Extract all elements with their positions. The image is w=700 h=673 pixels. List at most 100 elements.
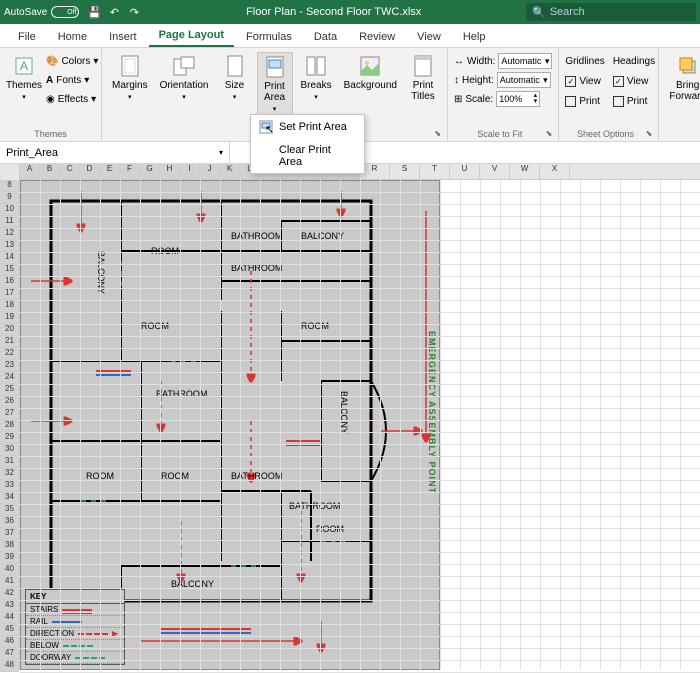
undo-icon[interactable]: ↶ bbox=[107, 5, 121, 19]
row-header[interactable]: 37 bbox=[0, 528, 19, 540]
dialog-launcher-icon[interactable]: ⬊ bbox=[646, 129, 653, 138]
dialog-launcher-icon[interactable]: ⬊ bbox=[434, 129, 441, 138]
row-header[interactable]: 24 bbox=[0, 372, 19, 384]
colors-button[interactable]: 🎨Colors ▾ bbox=[46, 52, 98, 70]
themes-button[interactable]: A Themes ▾ bbox=[6, 52, 42, 103]
print-titles-button[interactable]: Print Titles bbox=[405, 52, 441, 104]
row-header[interactable]: 22 bbox=[0, 348, 19, 360]
tab-home[interactable]: Home bbox=[48, 27, 97, 47]
row-header[interactable]: 13 bbox=[0, 240, 19, 252]
column-header[interactable]: G bbox=[140, 164, 160, 179]
column-header[interactable]: A bbox=[20, 164, 40, 179]
breaks-button[interactable]: Breaks▾ bbox=[297, 52, 336, 103]
column-header[interactable]: C bbox=[60, 164, 80, 179]
margins-button[interactable]: Margins▾ bbox=[108, 52, 152, 103]
row-header[interactable]: 41 bbox=[0, 576, 19, 588]
row-header[interactable]: 44 bbox=[0, 612, 19, 624]
set-print-area-item[interactable]: Set Print Area ↖ bbox=[251, 115, 364, 139]
orientation-button[interactable]: Orientation▾ bbox=[156, 52, 213, 103]
row-header[interactable]: 46 bbox=[0, 636, 19, 648]
row-header[interactable]: 17 bbox=[0, 288, 19, 300]
column-header[interactable]: H bbox=[160, 164, 180, 179]
row-header[interactable]: 32 bbox=[0, 468, 19, 480]
gridlines-print-check[interactable]: Print bbox=[565, 92, 604, 110]
row-header[interactable]: 35 bbox=[0, 504, 19, 516]
tab-data[interactable]: Data bbox=[304, 27, 347, 47]
row-header[interactable]: 40 bbox=[0, 564, 19, 576]
column-header[interactable]: I bbox=[180, 164, 200, 179]
row-header[interactable]: 15 bbox=[0, 264, 19, 276]
row-header[interactable]: 47 bbox=[0, 648, 19, 660]
row-header[interactable]: 28 bbox=[0, 420, 19, 432]
column-header[interactable]: U bbox=[450, 164, 480, 179]
row-header[interactable]: 31 bbox=[0, 456, 19, 468]
row-header[interactable]: 39 bbox=[0, 552, 19, 564]
tab-page-layout[interactable]: Page Layout bbox=[149, 25, 234, 47]
row-header[interactable]: 25 bbox=[0, 384, 19, 396]
row-header[interactable]: 38 bbox=[0, 540, 19, 552]
height-select[interactable]: Automatic▾ bbox=[497, 72, 551, 88]
column-header[interactable]: S bbox=[390, 164, 420, 179]
tab-review[interactable]: Review bbox=[349, 27, 405, 47]
width-select[interactable]: Automatic▾ bbox=[498, 53, 552, 69]
row-header[interactable]: 12 bbox=[0, 228, 19, 240]
row-header[interactable]: 14 bbox=[0, 252, 19, 264]
row-header[interactable]: 29 bbox=[0, 432, 19, 444]
dialog-launcher-icon[interactable]: ⬊ bbox=[546, 129, 553, 138]
row-header[interactable]: 18 bbox=[0, 300, 19, 312]
print-area-button[interactable]: Print Area▾ bbox=[257, 52, 293, 116]
name-box[interactable]: Print_Area▾ bbox=[0, 142, 230, 163]
gridlines-view-check[interactable]: ✓View bbox=[565, 72, 604, 90]
row-header[interactable]: 23 bbox=[0, 360, 19, 372]
column-header[interactable]: F bbox=[120, 164, 140, 179]
row-header[interactable]: 21 bbox=[0, 336, 19, 348]
tab-insert[interactable]: Insert bbox=[99, 27, 147, 47]
tab-view[interactable]: View bbox=[407, 27, 451, 47]
row-header[interactable]: 42 bbox=[0, 588, 19, 600]
redo-icon[interactable]: ↷ bbox=[127, 5, 141, 19]
tab-formulas[interactable]: Formulas bbox=[236, 27, 302, 47]
autosave-toggle[interactable]: AutoSave Off bbox=[4, 6, 79, 18]
row-header[interactable]: 26 bbox=[0, 396, 19, 408]
row-header[interactable]: 33 bbox=[0, 480, 19, 492]
cells-area[interactable]: BALCONY ROOM BATHROOM BALCONY BATHROOM R… bbox=[20, 180, 700, 670]
save-icon[interactable]: 💾 bbox=[87, 5, 101, 19]
row-header[interactable]: 43 bbox=[0, 600, 19, 612]
background-button[interactable]: Background bbox=[340, 52, 401, 93]
row-header[interactable]: 30 bbox=[0, 444, 19, 456]
row-header[interactable]: 16 bbox=[0, 276, 19, 288]
headings-print-check[interactable]: Print bbox=[613, 92, 655, 110]
row-header[interactable]: 48 bbox=[0, 660, 19, 672]
row-header[interactable]: 9 bbox=[0, 192, 19, 204]
row-header[interactable]: 8 bbox=[0, 180, 19, 192]
row-header[interactable]: 45 bbox=[0, 624, 19, 636]
row-header[interactable]: 19 bbox=[0, 312, 19, 324]
row-header[interactable]: 27 bbox=[0, 408, 19, 420]
fonts-button[interactable]: AFonts ▾ bbox=[46, 71, 98, 89]
row-header[interactable]: 34 bbox=[0, 492, 19, 504]
column-header[interactable]: X bbox=[540, 164, 570, 179]
column-header[interactable]: D bbox=[80, 164, 100, 179]
bring-forward-button[interactable]: Bring Forward bbox=[665, 52, 700, 104]
row-headers[interactable]: 8910111213141516171819202122232425262728… bbox=[0, 164, 20, 670]
scale-spinner[interactable]: 100%▴▾ bbox=[496, 91, 540, 107]
clear-print-area-item[interactable]: Clear Print Area bbox=[251, 139, 364, 173]
effects-button[interactable]: ◉Effects ▾ bbox=[46, 90, 98, 108]
search-box[interactable]: 🔍 Search bbox=[526, 3, 696, 21]
row-header[interactable]: 36 bbox=[0, 516, 19, 528]
tab-help[interactable]: Help bbox=[453, 27, 496, 47]
size-button[interactable]: Size▾ bbox=[217, 52, 253, 103]
floor-plan-range[interactable]: BALCONY ROOM BATHROOM BALCONY BATHROOM R… bbox=[20, 180, 440, 670]
headings-view-check[interactable]: ✓View bbox=[613, 72, 655, 90]
tab-file[interactable]: File bbox=[8, 27, 46, 47]
column-header[interactable]: V bbox=[480, 164, 510, 179]
column-header[interactable]: B bbox=[40, 164, 60, 179]
column-header[interactable]: E bbox=[100, 164, 120, 179]
column-header[interactable]: J bbox=[200, 164, 220, 179]
row-header[interactable]: 11 bbox=[0, 216, 19, 228]
row-header[interactable]: 10 bbox=[0, 204, 19, 216]
column-header[interactable]: T bbox=[420, 164, 450, 179]
row-header[interactable]: 20 bbox=[0, 324, 19, 336]
column-header[interactable]: W bbox=[510, 164, 540, 179]
column-header[interactable]: K bbox=[220, 164, 240, 179]
